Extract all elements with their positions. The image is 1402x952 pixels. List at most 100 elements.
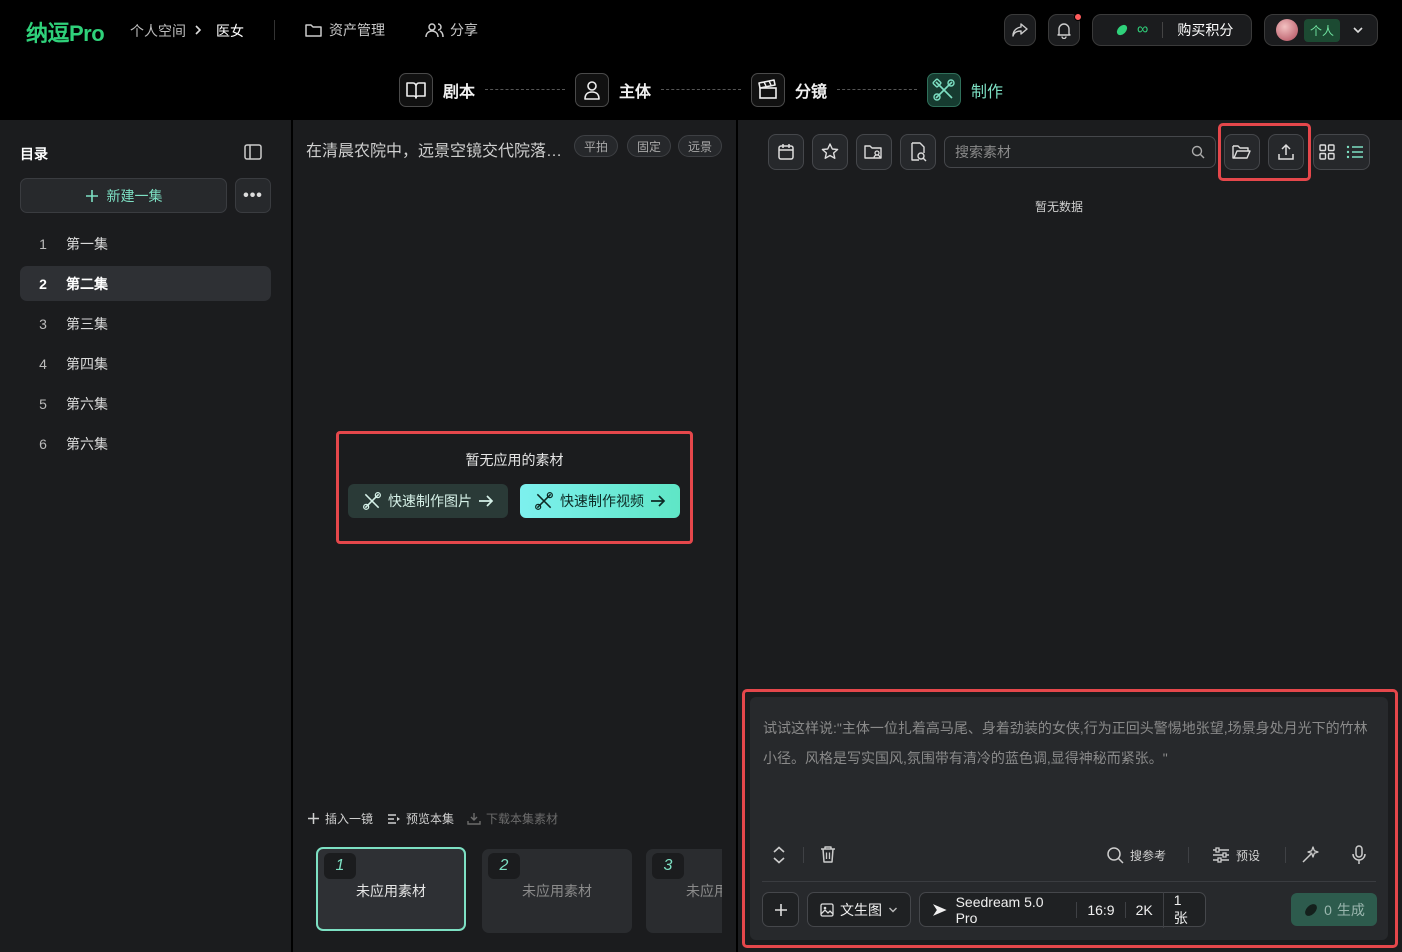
- new-episode-button[interactable]: 新建一集: [20, 178, 227, 213]
- episode-number: 2: [39, 275, 47, 292]
- search-reference-button[interactable]: 搜参考: [1106, 846, 1166, 864]
- model-label: Seedream 5.0 Pro: [955, 893, 1044, 926]
- chevron-down-icon: [1353, 27, 1363, 34]
- quick-video-label: 快速制作视频: [560, 493, 644, 509]
- shot-number: 2: [488, 853, 520, 879]
- search-icon: [1107, 847, 1124, 864]
- search-reference-label: 搜参考: [1130, 848, 1167, 863]
- step-storyboard[interactable]: 分镜: [751, 72, 827, 108]
- sidebar-collapse-icon[interactable]: [244, 144, 262, 160]
- trash-icon[interactable]: [819, 845, 837, 864]
- aspect-ratio-label: 16:9: [1076, 901, 1124, 918]
- step-subject[interactable]: 主体: [575, 72, 651, 108]
- sliders-icon: [1213, 847, 1229, 863]
- mode-select[interactable]: 文生图: [807, 892, 911, 927]
- expand-icon[interactable]: [771, 846, 787, 864]
- insert-shot-button[interactable]: 插入一镜: [307, 810, 373, 827]
- download-episode-button[interactable]: 下载本集素材: [467, 810, 558, 827]
- mode-label: 文生图: [840, 901, 882, 918]
- breadcrumb-personal-space[interactable]: 个人空间: [130, 21, 186, 41]
- shot-number: 1: [324, 853, 356, 879]
- add-attachment-button[interactable]: [762, 892, 799, 927]
- credits-widget[interactable]: ∞ 购买积分: [1092, 14, 1252, 46]
- step-production[interactable]: 制作: [927, 72, 1003, 108]
- step-production-label: 制作: [971, 84, 1004, 101]
- account-type-badge: 个人: [1304, 18, 1341, 42]
- generate-button[interactable]: 0 生成: [1291, 893, 1377, 926]
- upload-button[interactable]: [1268, 134, 1304, 170]
- model-settings-select[interactable]: Seedream 5.0 Pro 16:9 2K 1张: [919, 891, 1206, 928]
- nav-asset-management[interactable]: 资产管理: [304, 18, 385, 42]
- shot-card[interactable]: 2 未应用素材: [482, 849, 632, 933]
- shot-status: 未应用素材: [522, 883, 592, 899]
- microphone-icon[interactable]: [1351, 845, 1367, 865]
- calendar-filter-button[interactable]: [768, 134, 804, 170]
- shot-card-selected[interactable]: 1 未应用素材: [316, 847, 466, 931]
- share-arrow-icon: [1012, 23, 1028, 37]
- nav-share[interactable]: 分享: [425, 18, 478, 42]
- notifications-button[interactable]: [1048, 13, 1082, 46]
- preview-episode-button[interactable]: 预览本集: [387, 810, 454, 827]
- model-logo-icon: [932, 903, 947, 916]
- file-search-filter-button[interactable]: [900, 134, 936, 170]
- prompt-input[interactable]: 试试这样说:"主体一位扎着高马尾、身着劲装的女侠,行为正回头警惕地张望,场景身处…: [763, 713, 1375, 773]
- step-script-label: 剧本: [443, 84, 476, 101]
- episode-item[interactable]: 4 第四集: [20, 346, 271, 381]
- breadcrumb-current-project[interactable]: 医女: [216, 21, 244, 41]
- more-options-button[interactable]: •••: [235, 178, 271, 213]
- nav-share-label: 分享: [450, 22, 478, 38]
- episode-number: 1: [39, 235, 47, 252]
- account-menu[interactable]: 个人: [1264, 14, 1378, 46]
- download-icon: [467, 813, 481, 825]
- tools-icon: [535, 492, 553, 510]
- folder-user-icon: [864, 145, 882, 159]
- file-search-icon: [911, 142, 927, 162]
- list-play-icon: [388, 813, 400, 824]
- search-icon[interactable]: [1191, 145, 1205, 159]
- folder-user-filter-button[interactable]: [856, 134, 892, 170]
- episode-item[interactable]: 5 第六集: [20, 386, 271, 421]
- tag-shot-size: 远景: [678, 135, 723, 157]
- share-button[interactable]: [1004, 14, 1036, 46]
- open-folder-button[interactable]: [1224, 134, 1260, 170]
- episode-label: 第六集: [66, 395, 108, 412]
- shot-strip: 1 未应用素材 2 未应用素材 3 未应用素材: [316, 846, 722, 938]
- episode-item[interactable]: 3 第三集: [20, 306, 271, 341]
- episode-number: 5: [39, 395, 47, 412]
- quick-video-button[interactable]: 快速制作视频: [520, 484, 680, 518]
- step-script[interactable]: 剧本: [399, 72, 475, 108]
- plus-icon: [85, 189, 98, 202]
- episode-item-selected[interactable]: 2 第二集: [20, 266, 271, 301]
- ai-enhance-icon[interactable]: [1300, 845, 1320, 865]
- favorites-filter-button[interactable]: [812, 134, 848, 170]
- image-count-label: 1张: [1162, 891, 1205, 928]
- preset-button[interactable]: 预设: [1212, 846, 1260, 864]
- new-episode-label: 新建一集: [106, 187, 163, 204]
- scene-title: 在清晨农院中，远景空镜交代院落全貌: [306, 143, 568, 160]
- app-logo[interactable]: 纳逗Pro: [26, 16, 105, 48]
- list-view-icon[interactable]: [1346, 144, 1364, 160]
- episode-item[interactable]: 1 第一集: [20, 226, 271, 261]
- no-data-text: 暂无数据: [1034, 200, 1083, 214]
- bell-icon: [1057, 23, 1071, 39]
- episode-item[interactable]: 6 第六集: [20, 426, 271, 461]
- tag-angle: 平拍: [574, 135, 619, 157]
- step-connector: [837, 89, 917, 90]
- users-icon: [425, 23, 444, 38]
- chevron-down-icon: [889, 907, 897, 912]
- asset-search[interactable]: [944, 136, 1216, 168]
- episode-number: 4: [39, 355, 47, 372]
- bean-icon: [1305, 903, 1317, 916]
- grid-view-icon[interactable]: [1319, 144, 1335, 160]
- divider: [803, 847, 804, 863]
- tools-icon: [927, 73, 961, 107]
- shot-number: 3: [652, 853, 684, 879]
- divider: [1162, 22, 1164, 38]
- tag-camera: 固定: [627, 135, 672, 157]
- shot-card[interactable]: 3 未应用素材: [646, 849, 722, 933]
- plus-icon: [774, 903, 787, 916]
- generate-label: 生成: [1336, 901, 1365, 918]
- buy-credits-label: 购买积分: [1177, 22, 1234, 38]
- quick-image-button[interactable]: 快速制作图片: [348, 484, 508, 518]
- asset-search-input[interactable]: [955, 144, 1175, 160]
